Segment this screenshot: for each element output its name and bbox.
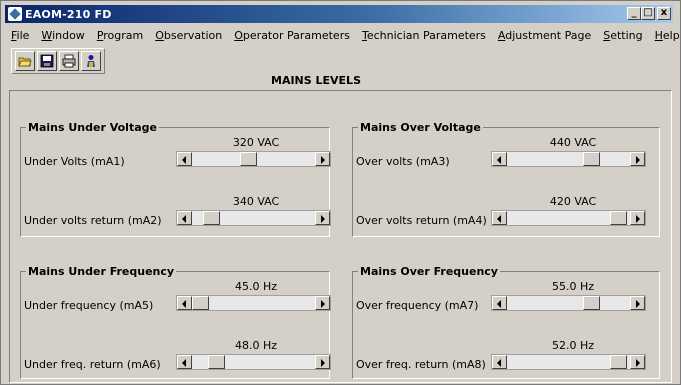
menu-observation[interactable]: Observation: [149, 29, 228, 42]
scroll-right-arrow-icon[interactable]: [315, 152, 330, 166]
param-label: Over volts (mA3): [356, 155, 450, 168]
title-bar[interactable]: EAOM-210 FD _ □ x: [5, 5, 673, 23]
menu-program[interactable]: Program: [91, 29, 149, 42]
slider-thumb[interactable]: [609, 211, 627, 225]
scroll-right-arrow-icon[interactable]: [315, 211, 330, 225]
group-over-voltage: Mains Over Voltage 440 VAC Over volts (m…: [352, 121, 660, 237]
slider-thumb[interactable]: [583, 296, 601, 310]
param-label: Under freq. return (mA6): [24, 358, 161, 371]
slider-thumb[interactable]: [583, 152, 601, 166]
param-label: Over freq. return (mA8): [356, 358, 486, 371]
over-freq-return-slider[interactable]: [491, 354, 646, 370]
menu-window[interactable]: Window: [35, 29, 90, 42]
param-label: Under volts return (mA2): [24, 214, 162, 227]
panel-title: MAINS LEVELS: [271, 74, 361, 87]
group-under-voltage: Mains Under Voltage 320 VAC Under Volts …: [20, 121, 331, 237]
param-label: Under frequency (mA5): [24, 299, 154, 312]
menu-bar: File Window Program Observation Operator…: [5, 25, 680, 45]
group-under-frequency: Mains Under Frequency 45.0 Hz Under freq…: [20, 265, 331, 379]
value-label: 440 VAC: [549, 136, 597, 149]
scroll-right-arrow-icon[interactable]: [315, 296, 330, 310]
window-controls: _ □ x: [627, 7, 671, 20]
user-button[interactable]: [81, 51, 101, 71]
scroll-left-arrow-icon[interactable]: [177, 211, 192, 225]
print-button[interactable]: [59, 51, 79, 71]
app-logo-icon: [8, 7, 22, 21]
scroll-right-arrow-icon[interactable]: [630, 355, 645, 369]
scroll-right-arrow-icon[interactable]: [630, 211, 645, 225]
menu-setting[interactable]: Setting: [597, 29, 648, 42]
slider-thumb[interactable]: [609, 355, 627, 369]
open-button[interactable]: [15, 51, 35, 71]
value-label: 48.0 Hz: [234, 339, 278, 352]
value-label: 420 VAC: [549, 195, 597, 208]
slider-thumb[interactable]: [202, 211, 220, 225]
minimize-button[interactable]: _: [627, 7, 641, 20]
close-button[interactable]: x: [657, 7, 671, 20]
mains-levels-panel: Mains Under Voltage 320 VAC Under Volts …: [9, 90, 672, 383]
printer-icon: [62, 54, 76, 68]
scroll-left-arrow-icon[interactable]: [177, 296, 192, 310]
value-label: 52.0 Hz: [551, 339, 595, 352]
save-button[interactable]: [37, 51, 57, 71]
app-window: EAOM-210 FD _ □ x File Window Program Ob…: [0, 0, 681, 385]
maximize-button[interactable]: □: [641, 7, 655, 20]
menu-file[interactable]: File: [5, 29, 35, 42]
value-label: 320 VAC: [232, 136, 280, 149]
menu-help[interactable]: Help: [649, 29, 681, 42]
under-volts-slider[interactable]: [176, 151, 331, 167]
scroll-right-arrow-icon[interactable]: [630, 152, 645, 166]
save-disk-icon: [40, 54, 54, 68]
menu-operator-parameters[interactable]: Operator Parameters: [228, 29, 356, 42]
param-label: Over volts return (mA4): [356, 214, 487, 227]
scroll-left-arrow-icon[interactable]: [492, 211, 507, 225]
slider-thumb[interactable]: [239, 152, 257, 166]
open-folder-icon: [18, 57, 32, 67]
under-freq-return-slider[interactable]: [176, 354, 331, 370]
group-title: Mains Under Voltage: [26, 121, 159, 134]
param-label: Under Volts (mA1): [24, 155, 125, 168]
over-volts-return-slider[interactable]: [491, 210, 646, 226]
under-volts-return-slider[interactable]: [176, 210, 331, 226]
slider-thumb[interactable]: [192, 296, 209, 310]
scroll-left-arrow-icon[interactable]: [492, 296, 507, 310]
group-over-frequency: Mains Over Frequency 55.0 Hz Over freque…: [352, 265, 660, 379]
value-label: 55.0 Hz: [551, 280, 595, 293]
value-label: 45.0 Hz: [234, 280, 278, 293]
group-title: Mains Over Frequency: [358, 265, 500, 278]
param-label: Over frequency (mA7): [356, 299, 479, 312]
scroll-right-arrow-icon[interactable]: [630, 296, 645, 310]
menu-adjustment-page[interactable]: Adjustment Page: [492, 29, 597, 42]
slider-thumb[interactable]: [207, 355, 225, 369]
scroll-left-arrow-icon[interactable]: [492, 152, 507, 166]
group-title: Mains Under Frequency: [26, 265, 177, 278]
menu-technician-parameters[interactable]: Technician Parameters: [356, 29, 492, 42]
window-title: EAOM-210 FD: [25, 7, 112, 21]
over-frequency-slider[interactable]: [491, 295, 646, 311]
toolbar: [11, 48, 105, 74]
value-label: 340 VAC: [232, 195, 280, 208]
scroll-left-arrow-icon[interactable]: [492, 355, 507, 369]
user-icon: [87, 55, 95, 67]
over-volts-slider[interactable]: [491, 151, 646, 167]
scroll-right-arrow-icon[interactable]: [315, 355, 330, 369]
scroll-left-arrow-icon[interactable]: [177, 355, 192, 369]
group-title: Mains Over Voltage: [358, 121, 483, 134]
scroll-left-arrow-icon[interactable]: [177, 152, 192, 166]
under-frequency-slider[interactable]: [176, 295, 331, 311]
